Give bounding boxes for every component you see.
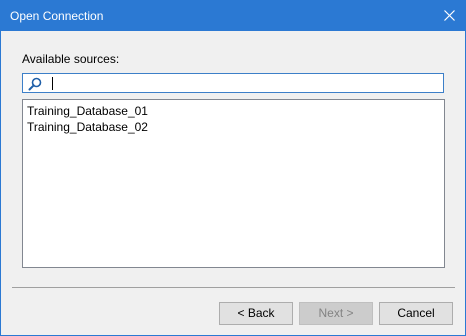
sources-list[interactable]: Training_Database_01 Training_Database_0… (22, 99, 445, 268)
back-button[interactable]: < Back (219, 302, 293, 325)
cancel-button[interactable]: Cancel (379, 302, 453, 325)
footer-divider (12, 287, 455, 288)
title-bar: Open Connection (1, 1, 465, 31)
list-item[interactable]: Training_Database_01 (27, 103, 148, 119)
close-button[interactable] (433, 1, 465, 31)
text-caret (52, 77, 53, 90)
next-button[interactable]: Next > (299, 302, 373, 325)
source-search-input[interactable] (47, 75, 439, 91)
available-sources-label: Available sources: (22, 52, 120, 66)
list-item[interactable]: Training_Database_02 (27, 119, 148, 135)
search-icon (28, 77, 42, 91)
open-connection-dialog: Open Connection Available sources: Train… (0, 0, 466, 336)
dialog-title: Open Connection (10, 9, 104, 23)
close-icon (444, 10, 455, 21)
source-search-box[interactable] (22, 73, 444, 93)
